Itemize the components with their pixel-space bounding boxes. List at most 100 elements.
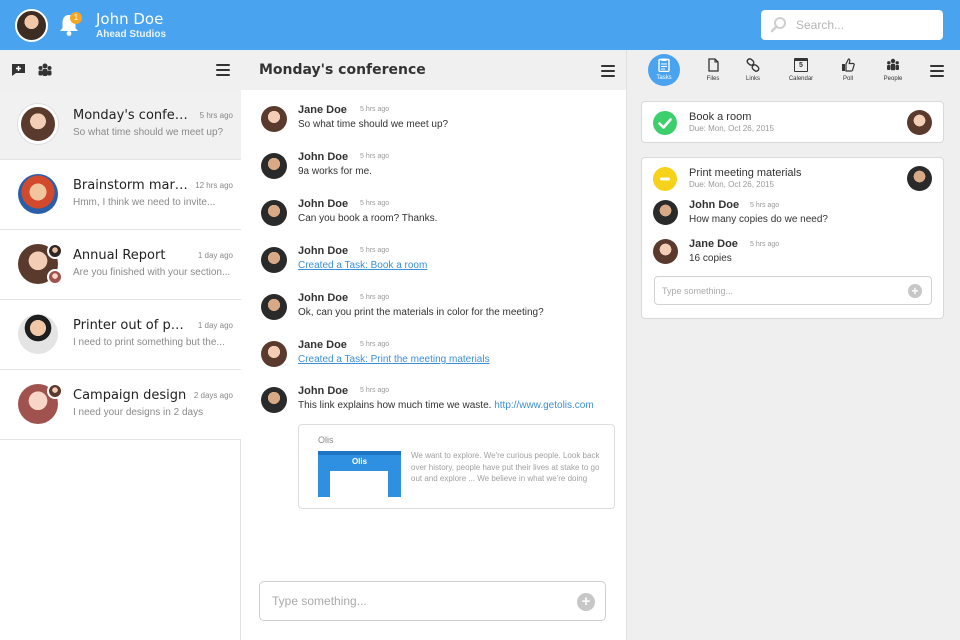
comment-input[interactable]: Type something... + bbox=[654, 276, 932, 305]
tab-calendar[interactable]: 5 Calendar bbox=[783, 54, 819, 88]
avatar bbox=[47, 269, 63, 285]
comment-time: 5 hrs ago bbox=[750, 202, 780, 209]
message-text: 9a works for me. bbox=[298, 166, 372, 177]
new-message-icon[interactable] bbox=[11, 62, 27, 78]
comment-text: 16 copies bbox=[689, 253, 732, 264]
conversation-time: 5 hrs ago bbox=[199, 111, 233, 120]
message-time: 5 hrs ago bbox=[360, 294, 390, 301]
tab-tasks[interactable]: Tasks bbox=[648, 54, 680, 88]
link-preview-card[interactable]: Olis Olis We want to explore. We're curi… bbox=[298, 424, 615, 509]
tab-files[interactable]: Files bbox=[697, 54, 729, 88]
message: Jane Doe 5 hrs ago Created a Task: Print… bbox=[261, 339, 611, 379]
comment-text: How many copies do we need? bbox=[689, 214, 828, 225]
sidebar-menu-icon[interactable] bbox=[216, 64, 230, 76]
tab-links[interactable]: Links bbox=[737, 54, 769, 88]
task-pending-checkbox[interactable] bbox=[653, 167, 677, 191]
tab-poll[interactable]: Poll bbox=[833, 54, 863, 88]
message-author: John Doe bbox=[298, 198, 349, 210]
chat-menu-icon[interactable] bbox=[601, 65, 615, 77]
panel-menu-icon[interactable] bbox=[930, 65, 944, 77]
clipboard-icon bbox=[658, 58, 670, 72]
comment-author: Jane Doe bbox=[689, 238, 738, 250]
conversation-preview: I need your designs in 2 days bbox=[73, 407, 204, 418]
message-text: So what time should we meet up? bbox=[298, 119, 449, 130]
conversation-time: 1 day ago bbox=[197, 321, 233, 330]
calendar-day: 5 bbox=[799, 62, 803, 69]
conversation-preview: So what time should we meet up? bbox=[73, 127, 224, 138]
chat-input-placeholder: Type something... bbox=[272, 594, 367, 608]
people-icon bbox=[887, 58, 899, 71]
message-text: Can you book a room? Thanks. bbox=[298, 213, 438, 224]
task-card[interactable]: Print meeting materials Due: Mon, Oct 26… bbox=[641, 157, 944, 319]
message: John Doe 5 hrs ago Ok, can you print the… bbox=[261, 292, 611, 332]
company-name: Ahead Studios bbox=[96, 29, 167, 40]
task-card[interactable]: Book a room Due: Mon, Oct 26, 2015 bbox=[641, 101, 944, 143]
tab-label: Poll bbox=[842, 76, 853, 82]
conversation-time: 1 day ago bbox=[197, 251, 233, 260]
conversation-item[interactable]: Monday's conference 5 hrs ago So what ti… bbox=[0, 90, 241, 160]
message-author: John Doe bbox=[298, 292, 349, 304]
conversation-sidebar: Monday's conference 5 hrs ago So what ti… bbox=[0, 50, 241, 640]
tab-label: Files bbox=[706, 76, 720, 82]
task-link[interactable]: Created a Task: Print the meeting materi… bbox=[298, 354, 490, 365]
message: John Doe 5 hrs ago Can you book a room? … bbox=[261, 198, 611, 238]
chat-header: Monday's conference bbox=[241, 50, 626, 90]
avatar bbox=[261, 294, 287, 320]
task-title: Print meeting materials bbox=[689, 167, 802, 179]
avatar bbox=[261, 341, 287, 367]
thumbnail-title: Olis bbox=[351, 457, 368, 466]
avatar bbox=[18, 104, 58, 144]
task-due-date: Due: Mon, Oct 26, 2015 bbox=[689, 180, 774, 189]
user-avatar[interactable] bbox=[15, 9, 48, 42]
message-author: Jane Doe bbox=[298, 339, 347, 351]
avatar bbox=[653, 200, 678, 225]
add-attachment-icon[interactable]: + bbox=[577, 593, 595, 611]
chat-input[interactable]: Type something... + bbox=[259, 581, 606, 621]
link-preview-description: We want to explore. We're curious people… bbox=[411, 451, 600, 483]
avatar bbox=[18, 314, 58, 354]
conversation-title: Brainstorm marketing bbox=[73, 178, 191, 193]
avatar bbox=[47, 243, 63, 259]
avatar bbox=[18, 174, 58, 214]
comment-input-placeholder: Type something... bbox=[662, 286, 734, 296]
message-time: 5 hrs ago bbox=[360, 387, 390, 394]
conversation-item[interactable]: Annual Report 1 day ago Are you finished… bbox=[0, 230, 241, 300]
avatar bbox=[907, 110, 932, 135]
message: Jane Doe 5 hrs ago So what time should w… bbox=[261, 104, 611, 144]
conversation-item[interactable]: Printer out of paper 1 day ago I need to… bbox=[0, 300, 241, 370]
avatar bbox=[261, 387, 287, 413]
message-time: 5 hrs ago bbox=[360, 200, 390, 207]
check-icon bbox=[658, 118, 672, 129]
search-icon bbox=[770, 17, 786, 33]
message-time: 5 hrs ago bbox=[360, 106, 390, 113]
task-due-date: Due: Mon, Oct 26, 2015 bbox=[689, 124, 774, 133]
tab-people[interactable]: People bbox=[876, 54, 910, 88]
link-preview-title: Olis bbox=[318, 435, 334, 445]
message-time: 5 hrs ago bbox=[360, 341, 390, 348]
chat-panel: Monday's conference Jane Doe 5 hrs ago S… bbox=[241, 50, 627, 640]
tab-label: Calendar bbox=[788, 76, 814, 82]
add-comment-icon[interactable]: + bbox=[908, 284, 922, 298]
message-time: 5 hrs ago bbox=[360, 153, 390, 160]
tab-label: People bbox=[883, 76, 903, 82]
conversation-title: Printer out of paper bbox=[73, 318, 191, 333]
message-author: Jane Doe bbox=[298, 104, 347, 116]
conversation-item[interactable]: Campaign design 2 days ago I need your d… bbox=[0, 370, 241, 440]
conversation-item[interactable]: Brainstorm marketing 12 hrs ago Hmm, I t… bbox=[0, 160, 241, 230]
search-box[interactable]: Search... bbox=[761, 10, 943, 40]
search-input[interactable]: Search... bbox=[796, 18, 844, 32]
notification-badge: 1 bbox=[70, 12, 82, 24]
link-icon bbox=[746, 58, 760, 72]
conversation-title: Annual Report bbox=[73, 248, 166, 263]
task-complete-checkbox[interactable] bbox=[653, 111, 677, 135]
sidebar-toolbar bbox=[0, 50, 241, 90]
message: John Doe 5 hrs ago 9a works for me. bbox=[261, 151, 611, 191]
message-body: This link explains how much time we wast… bbox=[298, 400, 492, 411]
message-url-link[interactable]: http://www.getolis.com bbox=[494, 400, 593, 411]
message-author: John Doe bbox=[298, 385, 349, 397]
task-link[interactable]: Created a Task: Book a room bbox=[298, 260, 427, 271]
people-icon[interactable] bbox=[37, 62, 53, 78]
avatar bbox=[47, 383, 63, 399]
top-bar: 1 John Doe Ahead Studios Search... bbox=[0, 0, 960, 50]
avatar bbox=[261, 200, 287, 226]
